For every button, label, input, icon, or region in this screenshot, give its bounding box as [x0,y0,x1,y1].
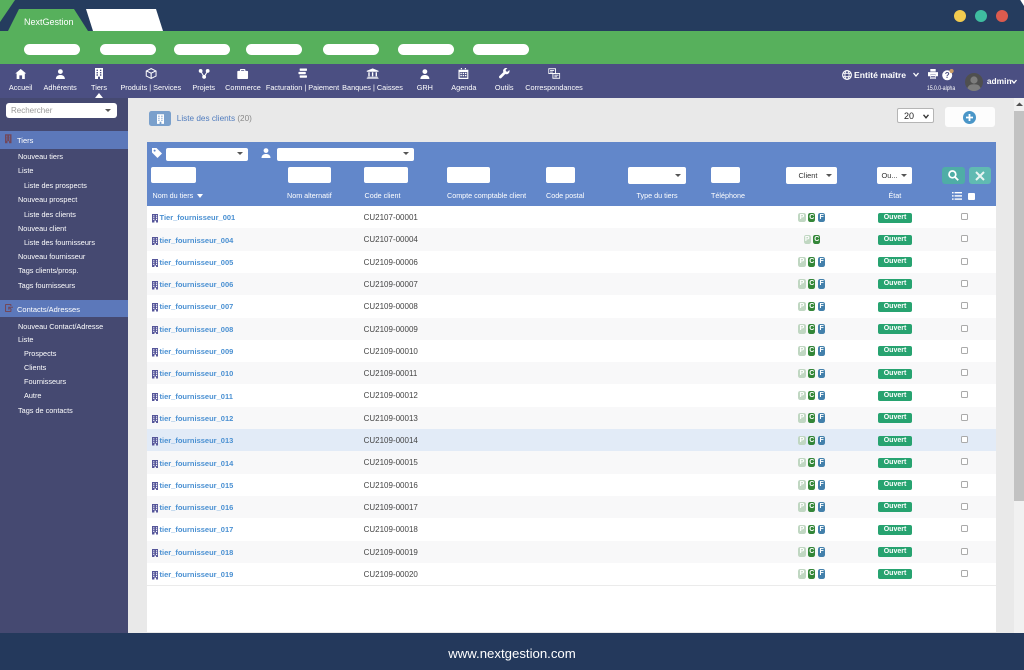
svg-text:?: ? [944,71,949,80]
